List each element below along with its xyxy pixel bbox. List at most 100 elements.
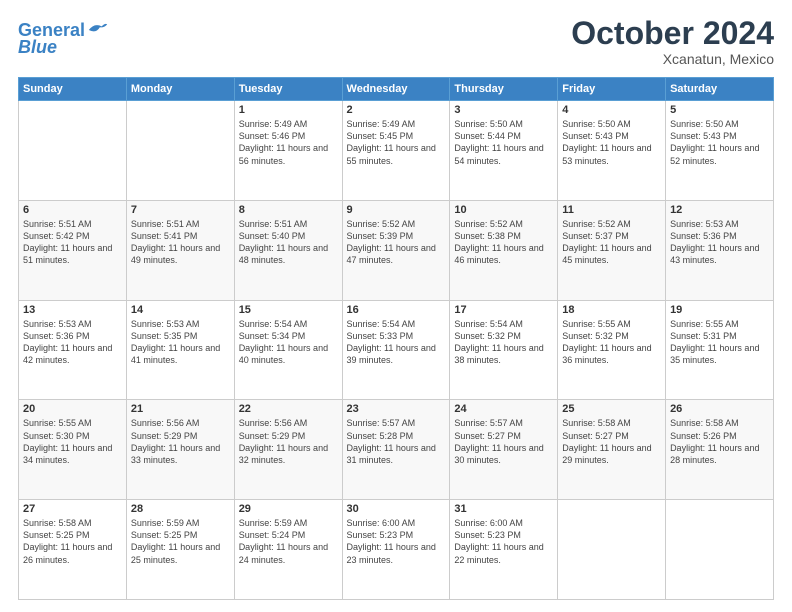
location: Xcanatun, Mexico bbox=[571, 51, 774, 67]
day-header-thursday: Thursday bbox=[450, 78, 558, 101]
day-number: 7 bbox=[131, 204, 230, 216]
day-number: 16 bbox=[347, 304, 446, 316]
calendar-cell: 29Sunrise: 5:59 AM Sunset: 5:24 PM Dayli… bbox=[234, 500, 342, 600]
calendar-cell: 14 Sunrise: 5:53 AM Sunset: 5:35 PM Dayli… bbox=[126, 300, 234, 400]
day-detail: Sunrise: 5:54 AM Sunset: 5:34 PM Dayligh… bbox=[239, 318, 338, 367]
day-number: 25 bbox=[562, 403, 661, 415]
day-number: 13 bbox=[23, 304, 122, 316]
day-number: 6 bbox=[23, 204, 122, 216]
calendar-cell: 12 Sunrise: 5:53 AM Sunset: 5:36 PM Dayli… bbox=[666, 200, 774, 300]
calendar-cell: 28 Sunrise: 5:59 AM Sunset: 5:25 PM Dayli… bbox=[126, 500, 234, 600]
day-detail: Sunrise: 5:56 AM Sunset: 5:29 PM Dayligh… bbox=[131, 417, 230, 466]
week-row-4: 20Sunrise: 5:55 AM Sunset: 5:30 PM Dayli… bbox=[19, 400, 774, 500]
calendar-cell: 2Sunrise: 5:49 AM Sunset: 5:45 PM Daylig… bbox=[342, 101, 450, 201]
calendar-cell: 6 Sunrise: 5:51 AM Sunset: 5:42 PM Daylig… bbox=[19, 200, 127, 300]
day-number: 1 bbox=[239, 104, 338, 116]
day-detail: Sunrise: 5:59 AM Sunset: 5:24 PM Dayligh… bbox=[239, 517, 338, 566]
calendar-cell: 1 Sunrise: 5:49 AM Sunset: 5:46 PM Daylig… bbox=[234, 101, 342, 201]
day-detail: Sunrise: 5:54 AM Sunset: 5:32 PM Dayligh… bbox=[454, 318, 553, 367]
day-detail: Sunrise: 5:53 AM Sunset: 5:36 PM Dayligh… bbox=[23, 318, 122, 367]
day-number: 27 bbox=[23, 503, 122, 515]
calendar-cell: 22 Sunrise: 5:56 AM Sunset: 5:29 PM Dayli… bbox=[234, 400, 342, 500]
day-header-wednesday: Wednesday bbox=[342, 78, 450, 101]
day-detail: Sunrise: 5:49 AM Sunset: 5:46 PM Dayligh… bbox=[239, 118, 338, 167]
day-detail: Sunrise: 5:51 AM Sunset: 5:41 PM Dayligh… bbox=[131, 218, 230, 267]
calendar-cell: 8 Sunrise: 5:51 AM Sunset: 5:40 PM Daylig… bbox=[234, 200, 342, 300]
day-number: 8 bbox=[239, 204, 338, 216]
calendar-cell: 25 Sunrise: 5:58 AM Sunset: 5:27 PM Dayli… bbox=[558, 400, 666, 500]
calendar-cell: 13 Sunrise: 5:53 AM Sunset: 5:36 PM Dayli… bbox=[19, 300, 127, 400]
day-number: 2 bbox=[347, 104, 446, 116]
calendar-cell: 11 Sunrise: 5:52 AM Sunset: 5:37 PM Dayli… bbox=[558, 200, 666, 300]
day-detail: Sunrise: 5:54 AM Sunset: 5:33 PM Dayligh… bbox=[347, 318, 446, 367]
day-number: 28 bbox=[131, 503, 230, 515]
day-number: 10 bbox=[454, 204, 553, 216]
calendar-cell: 17 Sunrise: 5:54 AM Sunset: 5:32 PM Dayli… bbox=[450, 300, 558, 400]
day-number: 19 bbox=[670, 304, 769, 316]
calendar-cell: 7 Sunrise: 5:51 AM Sunset: 5:41 PM Daylig… bbox=[126, 200, 234, 300]
calendar-cell: 21Sunrise: 5:56 AM Sunset: 5:29 PM Dayli… bbox=[126, 400, 234, 500]
week-row-3: 13 Sunrise: 5:53 AM Sunset: 5:36 PM Dayli… bbox=[19, 300, 774, 400]
day-detail: Sunrise: 5:58 AM Sunset: 5:26 PM Dayligh… bbox=[670, 417, 769, 466]
day-detail: Sunrise: 5:53 AM Sunset: 5:36 PM Dayligh… bbox=[670, 218, 769, 267]
day-detail: Sunrise: 5:58 AM Sunset: 5:27 PM Dayligh… bbox=[562, 417, 661, 466]
calendar-cell: 16 Sunrise: 5:54 AM Sunset: 5:33 PM Dayli… bbox=[342, 300, 450, 400]
day-detail: Sunrise: 5:51 AM Sunset: 5:42 PM Dayligh… bbox=[23, 218, 122, 267]
day-detail: Sunrise: 5:53 AM Sunset: 5:35 PM Dayligh… bbox=[131, 318, 230, 367]
day-detail: Sunrise: 5:56 AM Sunset: 5:29 PM Dayligh… bbox=[239, 417, 338, 466]
day-detail: Sunrise: 5:52 AM Sunset: 5:37 PM Dayligh… bbox=[562, 218, 661, 267]
calendar-cell bbox=[126, 101, 234, 201]
day-detail: Sunrise: 5:52 AM Sunset: 5:38 PM Dayligh… bbox=[454, 218, 553, 267]
calendar-cell bbox=[19, 101, 127, 201]
day-header-tuesday: Tuesday bbox=[234, 78, 342, 101]
day-number: 22 bbox=[239, 403, 338, 415]
calendar-cell: 26 Sunrise: 5:58 AM Sunset: 5:26 PM Dayli… bbox=[666, 400, 774, 500]
day-detail: Sunrise: 5:50 AM Sunset: 5:43 PM Dayligh… bbox=[670, 118, 769, 167]
day-number: 14 bbox=[131, 304, 230, 316]
calendar-cell bbox=[666, 500, 774, 600]
calendar-cell: 24 Sunrise: 5:57 AM Sunset: 5:27 PM Dayli… bbox=[450, 400, 558, 500]
calendar-table: SundayMondayTuesdayWednesdayThursdayFrid… bbox=[18, 77, 774, 600]
day-detail: Sunrise: 5:57 AM Sunset: 5:27 PM Dayligh… bbox=[454, 417, 553, 466]
calendar-cell: 3Sunrise: 5:50 AM Sunset: 5:44 PM Daylig… bbox=[450, 101, 558, 201]
month-title: October 2024 bbox=[571, 16, 774, 51]
day-detail: Sunrise: 5:59 AM Sunset: 5:25 PM Dayligh… bbox=[131, 517, 230, 566]
week-row-1: 1 Sunrise: 5:49 AM Sunset: 5:46 PM Daylig… bbox=[19, 101, 774, 201]
day-header-monday: Monday bbox=[126, 78, 234, 101]
day-header-saturday: Saturday bbox=[666, 78, 774, 101]
calendar-header-row: SundayMondayTuesdayWednesdayThursdayFrid… bbox=[19, 78, 774, 101]
day-number: 31 bbox=[454, 503, 553, 515]
day-number: 24 bbox=[454, 403, 553, 415]
calendar-cell: 30Sunrise: 6:00 AM Sunset: 5:23 PM Dayli… bbox=[342, 500, 450, 600]
header: General Blue October 2024 Xcanatun, Mexi… bbox=[18, 16, 774, 67]
day-header-sunday: Sunday bbox=[19, 78, 127, 101]
calendar-cell: 18Sunrise: 5:55 AM Sunset: 5:32 PM Dayli… bbox=[558, 300, 666, 400]
logo: General Blue bbox=[18, 20, 109, 56]
calendar-cell: 5 Sunrise: 5:50 AM Sunset: 5:43 PM Daylig… bbox=[666, 101, 774, 201]
day-header-friday: Friday bbox=[558, 78, 666, 101]
title-block: October 2024 Xcanatun, Mexico bbox=[571, 16, 774, 67]
day-number: 30 bbox=[347, 503, 446, 515]
day-number: 3 bbox=[454, 104, 553, 116]
day-detail: Sunrise: 5:52 AM Sunset: 5:39 PM Dayligh… bbox=[347, 218, 446, 267]
calendar-cell: 10 Sunrise: 5:52 AM Sunset: 5:38 PM Dayli… bbox=[450, 200, 558, 300]
calendar-cell: 23Sunrise: 5:57 AM Sunset: 5:28 PM Dayli… bbox=[342, 400, 450, 500]
day-number: 12 bbox=[670, 204, 769, 216]
calendar-cell: 19 Sunrise: 5:55 AM Sunset: 5:31 PM Dayli… bbox=[666, 300, 774, 400]
day-detail: Sunrise: 6:00 AM Sunset: 5:23 PM Dayligh… bbox=[454, 517, 553, 566]
week-row-5: 27Sunrise: 5:58 AM Sunset: 5:25 PM Dayli… bbox=[19, 500, 774, 600]
day-number: 26 bbox=[670, 403, 769, 415]
page: General Blue October 2024 Xcanatun, Mexi… bbox=[0, 0, 792, 612]
day-number: 17 bbox=[454, 304, 553, 316]
day-detail: Sunrise: 5:57 AM Sunset: 5:28 PM Dayligh… bbox=[347, 417, 446, 466]
day-number: 5 bbox=[670, 104, 769, 116]
day-number: 11 bbox=[562, 204, 661, 216]
day-detail: Sunrise: 5:51 AM Sunset: 5:40 PM Dayligh… bbox=[239, 218, 338, 267]
day-number: 18 bbox=[562, 304, 661, 316]
day-detail: Sunrise: 5:55 AM Sunset: 5:31 PM Dayligh… bbox=[670, 318, 769, 367]
calendar-cell bbox=[558, 500, 666, 600]
calendar-cell: 27Sunrise: 5:58 AM Sunset: 5:25 PM Dayli… bbox=[19, 500, 127, 600]
logo-blue-text: Blue bbox=[18, 38, 57, 56]
day-number: 9 bbox=[347, 204, 446, 216]
logo-bird-icon bbox=[87, 20, 109, 40]
